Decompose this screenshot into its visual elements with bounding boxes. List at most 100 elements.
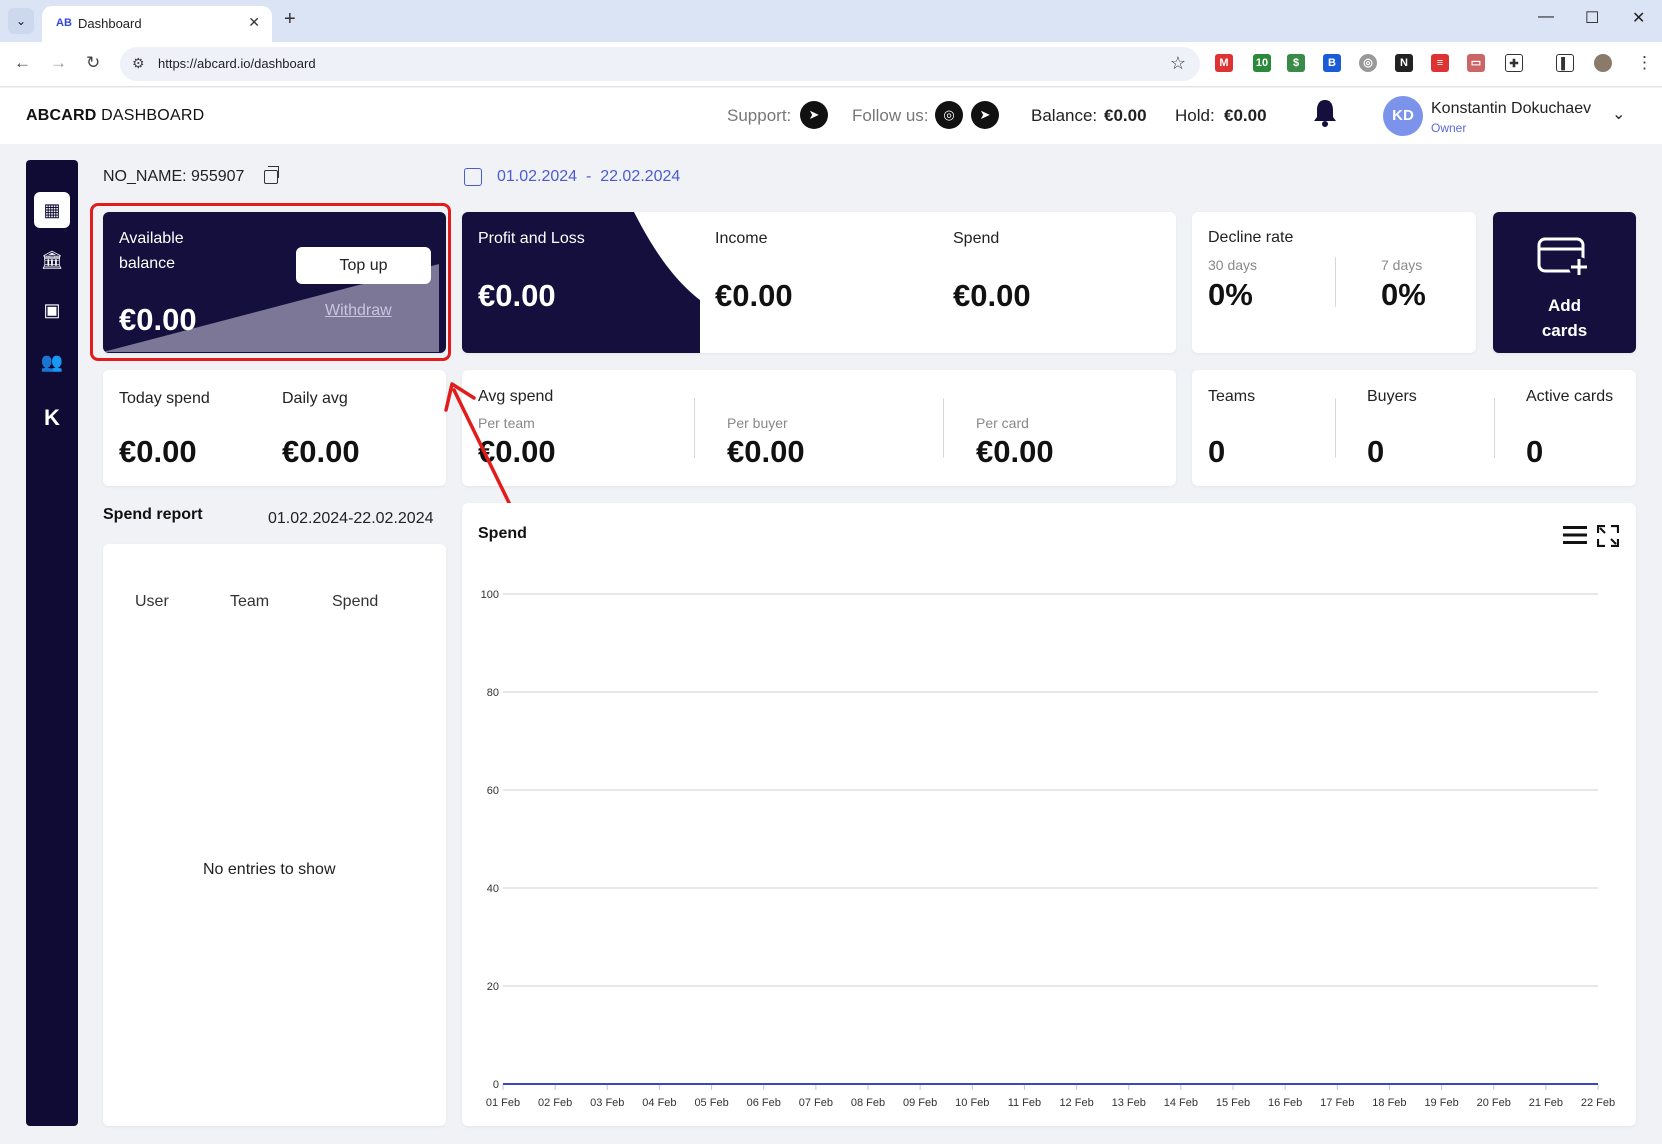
notification-bell-icon[interactable] <box>1312 98 1338 128</box>
column-header-user[interactable]: User <box>135 593 169 611</box>
site-info-icon[interactable]: ⚙ <box>132 55 145 72</box>
sidebar-item-dashboard[interactable]: ▦ <box>34 192 70 228</box>
dashboard-icon: ▦ <box>43 200 61 220</box>
x-tick-label: 01 Feb <box>486 1097 520 1109</box>
brand-logo[interactable]: ABCARD DASHBOARD <box>26 107 204 125</box>
copy-icon[interactable] <box>264 166 279 184</box>
header-hold-value: €0.00 <box>1224 106 1267 125</box>
today-spend-card: Today spend €0.00 Daily avg €0.00 <box>103 370 446 486</box>
window-close-icon[interactable]: ✕ <box>1632 8 1645 28</box>
today-spend-value: €0.00 <box>119 434 197 469</box>
column-header-spend[interactable]: Spend <box>332 593 378 611</box>
chevron-down-icon[interactable]: ⌄ <box>1612 104 1625 124</box>
today-spend-label: Today spend <box>119 390 210 407</box>
column-header-team[interactable]: Team <box>230 593 269 611</box>
sidebar-item-teams[interactable]: 👥 <box>34 344 70 380</box>
maximize-icon[interactable]: ☐ <box>1585 8 1599 28</box>
daily-avg-label: Daily avg <box>282 390 348 407</box>
spend-label: Spend <box>953 230 1000 247</box>
x-tick-label: 16 Feb <box>1268 1097 1302 1109</box>
divider <box>943 398 944 458</box>
balance-label: Balance: <box>1031 106 1098 125</box>
highlight-box <box>90 203 451 361</box>
extension-badge-icon[interactable]: 10 <box>1253 54 1271 72</box>
x-tick-label: 22 Feb <box>1581 1097 1615 1109</box>
teams-label: Teams <box>1208 388 1256 405</box>
decline-30d-label: 30 days <box>1208 257 1258 273</box>
bank-icon: 🏛 <box>40 250 64 270</box>
divider <box>1335 398 1336 458</box>
notion-extension-icon[interactable]: N <box>1395 54 1413 72</box>
extension-icon[interactable]: ◎ <box>1359 54 1377 72</box>
y-tick-label: 40 <box>487 883 499 895</box>
extension-icon[interactable]: ▭ <box>1467 54 1485 72</box>
x-tick-label: 10 Feb <box>955 1097 989 1109</box>
telegram-support-icon[interactable]: ➤ <box>800 101 828 129</box>
tab-favicon: AB <box>56 17 72 29</box>
telegram-icon[interactable]: ➤ <box>971 101 999 129</box>
tab-close-icon[interactable]: ✕ <box>248 14 260 31</box>
x-tick-label: 20 Feb <box>1477 1097 1511 1109</box>
header-balance-value: €0.00 <box>1104 106 1147 125</box>
hold-label: Hold: <box>1175 106 1215 125</box>
x-tick-label: 03 Feb <box>590 1097 624 1109</box>
add-cards-button[interactable]: Add cards <box>1493 212 1636 353</box>
add-cards-line2: cards <box>1541 321 1588 340</box>
minimize-icon[interactable]: — <box>1538 8 1554 26</box>
pnl-label: Profit and Loss <box>478 230 585 247</box>
sidebar-item-k[interactable]: K <box>34 400 70 436</box>
date-range-picker[interactable]: 01.02.2024 - 22.02.2024 <box>497 168 680 186</box>
user-name[interactable]: Konstantin Dokuchaev <box>1431 100 1591 118</box>
x-tick-label: 13 Feb <box>1112 1097 1146 1109</box>
back-icon[interactable]: ← <box>14 53 31 73</box>
x-tick-label: 12 Feb <box>1059 1097 1093 1109</box>
per-buyer-value: €0.00 <box>727 434 805 469</box>
avg-spend-card: Avg spend Per team €0.00 Per buyer €0.00… <box>462 370 1176 486</box>
sidebar-item-wallet[interactable]: ▣ <box>34 292 70 328</box>
daily-avg-value: €0.00 <box>282 434 360 469</box>
address-bar[interactable]: ⚙ https://abcard.io/dashboard ☆ <box>120 47 1200 81</box>
x-tick-label: 08 Feb <box>851 1097 885 1109</box>
browser-menu-icon[interactable]: ⋮ <box>1636 53 1653 73</box>
add-cards-line1: Add <box>1547 296 1582 315</box>
support-label: Support: <box>727 106 792 125</box>
side-panel-icon[interactable]: ▌ <box>1556 54 1574 72</box>
todoist-extension-icon[interactable]: ≡ <box>1431 54 1449 72</box>
x-tick-label: 14 Feb <box>1164 1097 1198 1109</box>
spend-report-title: Spend report <box>103 506 203 523</box>
decline-30d-value: 0% <box>1208 277 1253 312</box>
avatar[interactable]: KD <box>1383 96 1423 136</box>
tab-search-button[interactable]: ⌄ <box>8 8 34 34</box>
sidebar-item-bank[interactable]: 🏛 <box>34 242 70 278</box>
extension-icon[interactable]: B <box>1323 54 1341 72</box>
x-tick-label: 21 Feb <box>1529 1097 1563 1109</box>
instagram-icon[interactable]: ◎ <box>935 101 963 129</box>
bookmark-star-icon[interactable]: ☆ <box>1170 53 1186 74</box>
browser-tab[interactable]: AB Dashboard ✕ <box>42 6 272 42</box>
buyers-value: 0 <box>1367 434 1385 469</box>
calendar-icon[interactable] <box>464 168 482 186</box>
profit-loss-card: Profit and Loss €0.00 Income €0.00 Spend… <box>462 212 1176 353</box>
account-name: NO_NAME: 955907 <box>103 168 245 185</box>
new-tab-icon[interactable]: + <box>284 8 296 31</box>
divider <box>1494 398 1495 458</box>
extensions-puzzle-icon[interactable]: ✚ <box>1505 54 1523 72</box>
per-buyer-label: Per buyer <box>727 415 788 431</box>
forward-icon[interactable]: → <box>50 53 67 73</box>
per-card-value: €0.00 <box>976 434 1054 469</box>
k-logo-icon: K <box>44 405 60 430</box>
y-tick-label: 100 <box>481 589 499 601</box>
profile-avatar-icon[interactable] <box>1594 54 1612 72</box>
hamburger-menu-icon[interactable] <box>1563 526 1587 544</box>
x-tick-label: 11 Feb <box>1008 1097 1041 1109</box>
team-icon: 👥 <box>40 352 64 372</box>
x-tick-label: 05 Feb <box>694 1097 728 1109</box>
tab-title: Dashboard <box>78 16 142 31</box>
y-tick-label: 80 <box>487 687 499 699</box>
spend-report-range: 01.02.2024-22.02.2024 <box>268 510 434 527</box>
extension-icon[interactable]: $ <box>1287 54 1305 72</box>
pnl-value: €0.00 <box>478 278 556 313</box>
reload-icon[interactable]: ↻ <box>86 53 100 73</box>
fullscreen-icon[interactable] <box>1597 525 1619 547</box>
gmail-extension-icon[interactable]: M <box>1215 54 1233 72</box>
